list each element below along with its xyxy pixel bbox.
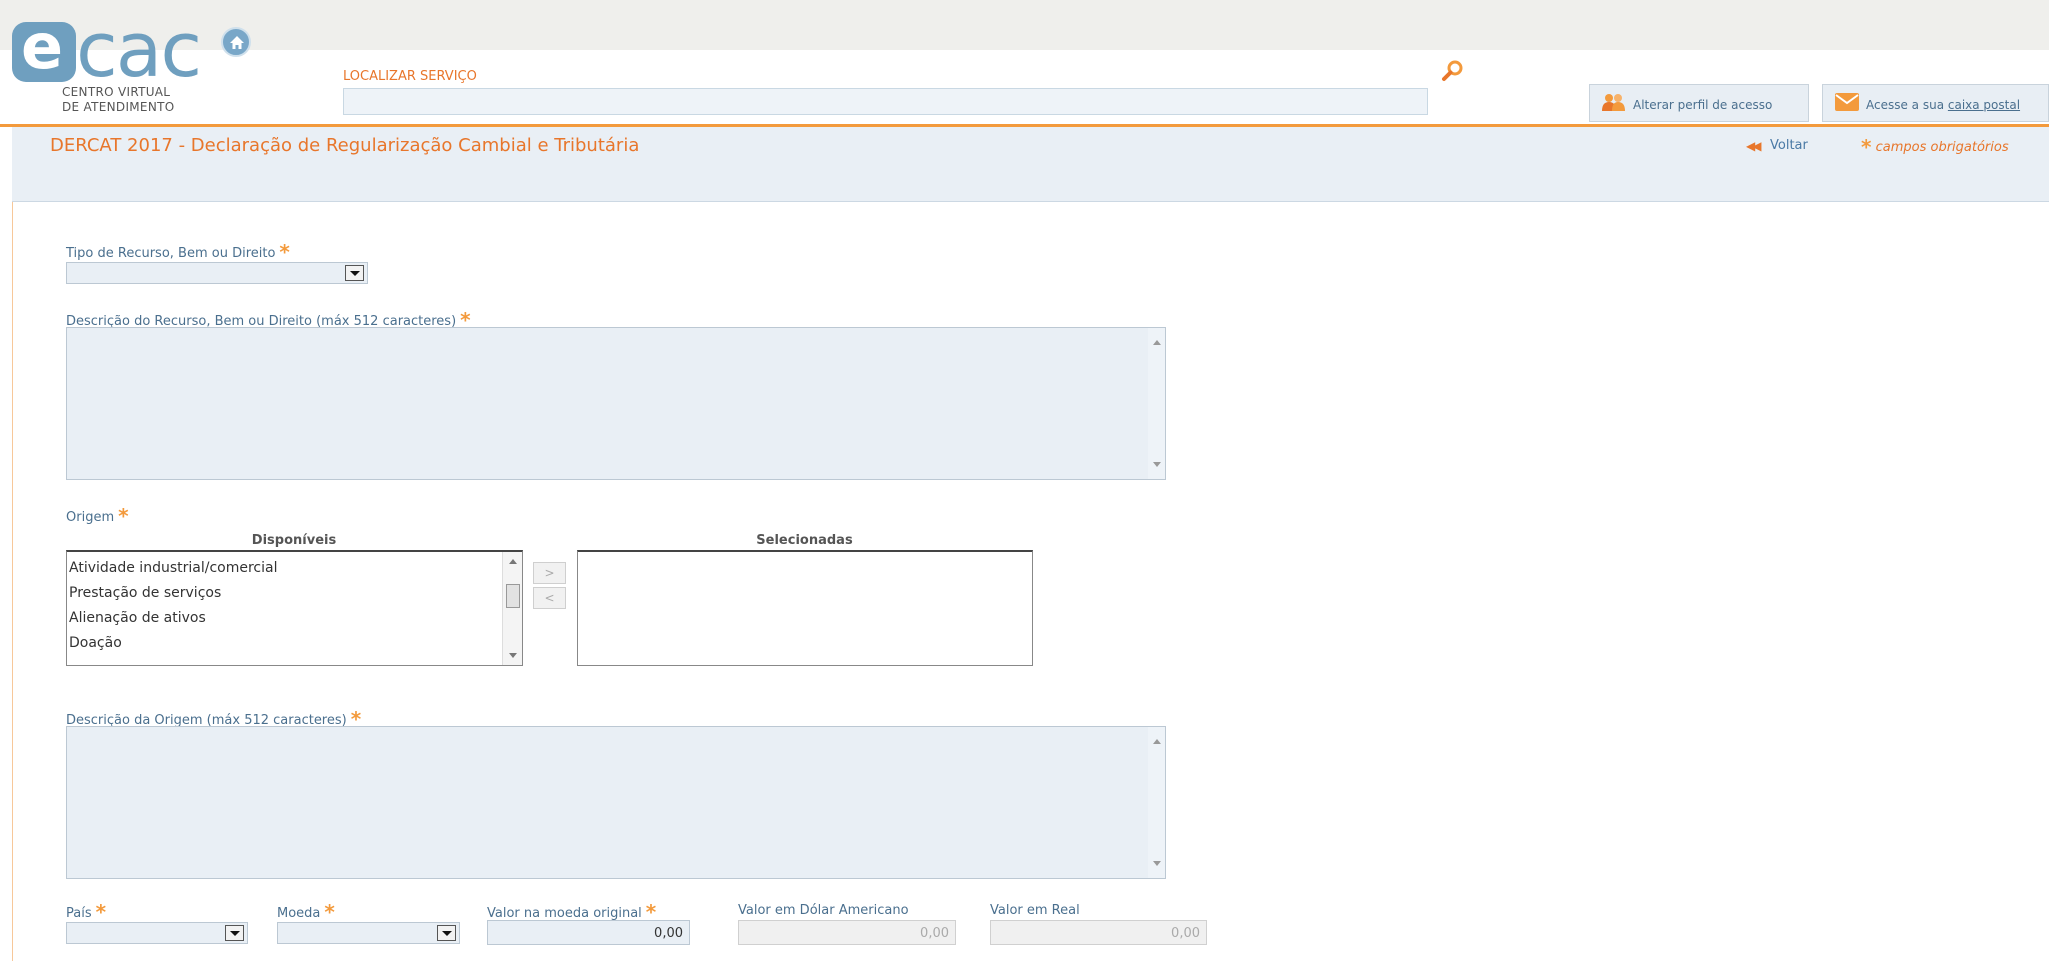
chevron-down-icon[interactable] (345, 265, 364, 281)
remove-origem-button[interactable]: < (533, 587, 566, 609)
origem-label: Origem * (66, 504, 129, 528)
list-item[interactable]: Alienação de ativos (69, 610, 206, 626)
valor-real-input: 0,00 (990, 920, 1207, 945)
logo-subtitle-line1: CENTRO VIRTUAL (62, 85, 171, 99)
mail-icon (1835, 93, 1859, 111)
descricao-origem-textarea[interactable] (66, 726, 1166, 879)
selecionadas-list[interactable] (577, 550, 1033, 666)
add-origem-button[interactable]: > (533, 562, 566, 584)
alterar-perfil-button[interactable]: Alterar perfil de acesso (1589, 84, 1809, 122)
header-band (0, 0, 2049, 50)
list-item[interactable]: Atividade industrial/comercial (69, 560, 277, 576)
search-icon[interactable] (1441, 59, 1465, 83)
list-scrollbar[interactable] (502, 552, 522, 665)
logo-subtitle-line2: DE ATENDIMENTO (62, 100, 175, 114)
search-input[interactable] (343, 88, 1428, 115)
required-fields-note: * campos obrigatórios (1861, 135, 2009, 159)
home-icon (230, 36, 244, 49)
alterar-perfil-label: Alterar perfil de acesso (1633, 98, 1773, 112)
caixa-postal-button[interactable]: Acesse a sua caixa postal (1822, 84, 2049, 122)
chevron-down-icon[interactable] (225, 925, 244, 941)
textarea-scrollbar[interactable] (1148, 727, 1165, 878)
moeda-label: Moeda * (277, 900, 335, 924)
page-title: DERCAT 2017 - Declaração de Regularizaçã… (50, 135, 640, 156)
users-icon (1602, 94, 1625, 111)
double-chevron-left-icon[interactable]: ◀◀ (1746, 139, 1762, 153)
header: e cac CENTRO VIRTUAL DE ATENDIMENTO LOCA… (0, 0, 2049, 127)
selecionadas-header: Selecionadas (756, 533, 853, 548)
valor-real-label: Valor em Real (990, 903, 1080, 918)
valor-dolar-label: Valor em Dólar Americano (738, 903, 909, 918)
disponiveis-header: Disponíveis (251, 533, 337, 548)
disponiveis-list[interactable]: Atividade industrial/comercial Prestação… (66, 550, 523, 666)
logo-e-mark: e (12, 16, 76, 82)
chevron-down-icon[interactable] (437, 925, 456, 941)
tipo-select[interactable] (66, 262, 368, 284)
content-left-rule (12, 127, 13, 961)
voltar-link[interactable]: Voltar (1770, 138, 1808, 153)
moeda-select[interactable] (277, 922, 460, 944)
required-note-text: campos obrigatórios (1875, 140, 2009, 155)
caixa-postal-link[interactable]: caixa postal (1948, 98, 2020, 112)
ecac-logo[interactable]: e cac CENTRO VIRTUAL DE ATENDIMENTO (12, 10, 222, 115)
search-label: LOCALIZAR SERVIÇO (343, 69, 477, 84)
logo-wordmark: cac (76, 5, 202, 94)
caixa-postal-label: Acesse a sua (1866, 98, 1948, 112)
textarea-scrollbar[interactable] (1148, 328, 1165, 479)
tipo-label: Tipo de Recurso, Bem ou Direito * (66, 240, 290, 264)
valor-original-input[interactable]: 0,00 (487, 920, 690, 945)
pais-label: País * (66, 900, 107, 924)
required-star-icon: * (1861, 135, 1872, 159)
list-item[interactable]: Doação (69, 635, 122, 651)
home-button[interactable] (221, 27, 251, 57)
valor-dolar-input: 0,00 (738, 920, 956, 945)
descricao-textarea[interactable] (66, 327, 1166, 480)
list-item[interactable]: Prestação de serviços (69, 585, 221, 601)
pais-select[interactable] (66, 922, 248, 944)
